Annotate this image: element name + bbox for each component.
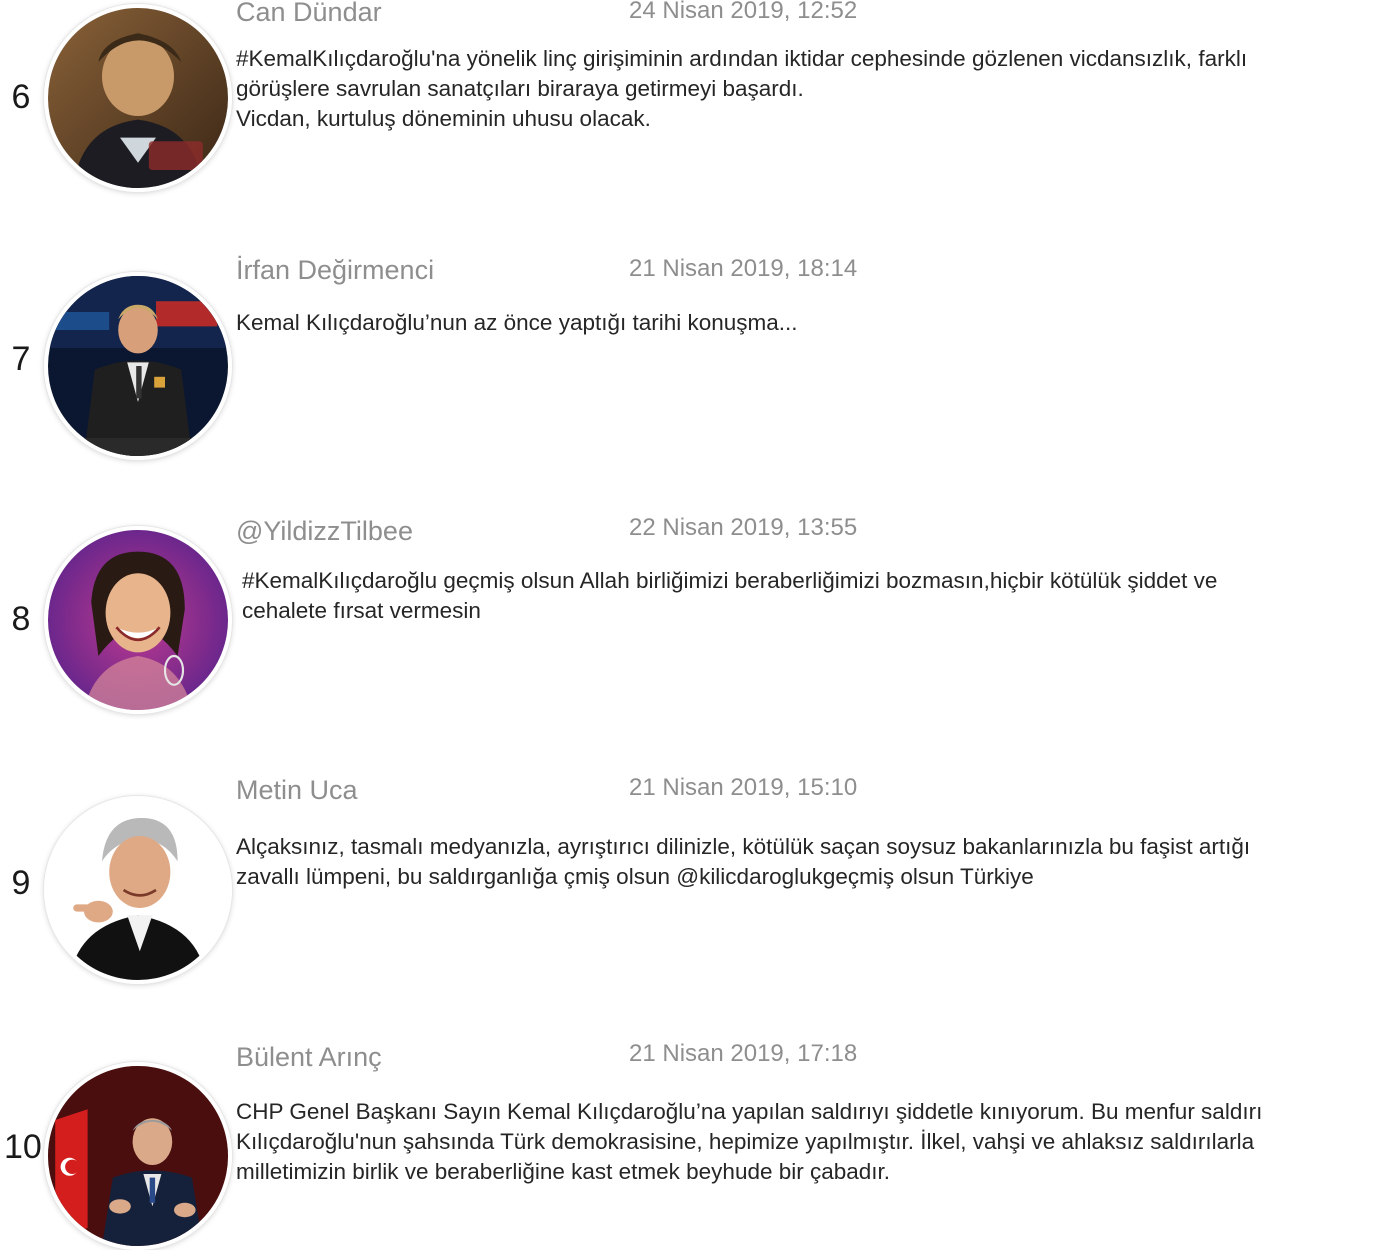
- rank-number: 8: [11, 600, 31, 638]
- author-name[interactable]: Metin Uca: [236, 775, 358, 806]
- post-text: #KemalKılıçdaroğlu geçmiş olsun Allah bi…: [242, 566, 1392, 626]
- avatar[interactable]: [44, 4, 232, 192]
- post-text: CHP Genel Başkanı Sayın Kemal Kılıçdaroğ…: [236, 1097, 1386, 1187]
- post-text: Alçaksınız, tasmalı medyanızla, ayrıştır…: [236, 832, 1386, 892]
- post-date: 21 Nisan 2019, 17:18: [629, 1040, 858, 1067]
- person-photo-icon: [48, 8, 228, 188]
- author-name[interactable]: Bülent Arınç: [236, 1042, 382, 1073]
- person-photo-icon: [48, 276, 228, 456]
- post-text: Kemal Kılıçdaroğlu’nun az önce yaptığı t…: [236, 308, 1386, 338]
- post-text-line: CHP Genel Başkanı Sayın Kemal Kılıçdaroğ…: [236, 1099, 1263, 1124]
- rank-number: 10: [4, 1128, 42, 1166]
- post-text-line: Kılıçdaroğlu'nun şahsında Türk demokrasi…: [236, 1129, 1255, 1154]
- avatar[interactable]: [44, 526, 232, 714]
- post-date: 21 Nisan 2019, 15:10: [629, 774, 858, 801]
- author-name[interactable]: @YildizzTilbee: [236, 516, 413, 547]
- post-text: #KemalKılıçdaroğlu'na yönelik linç giriş…: [236, 44, 1386, 134]
- post-date: 22 Nisan 2019, 13:55: [629, 514, 858, 541]
- rank-number: 6: [11, 78, 31, 116]
- author-name[interactable]: İrfan Değirmenci: [236, 255, 434, 286]
- post-text-line: #KemalKılıçdaroğlu'na yönelik linç giriş…: [236, 46, 1248, 71]
- rank-number: 7: [11, 340, 31, 378]
- post-text-line: Vicdan, kurtuluş döneminin uhusu olacak.: [236, 106, 651, 131]
- post-date: 21 Nisan 2019, 18:14: [629, 255, 858, 282]
- avatar[interactable]: [44, 272, 232, 460]
- post-text-line: Kemal Kılıçdaroğlu’nun az önce yaptığı t…: [236, 310, 798, 335]
- post-text-line: #KemalKılıçdaroğlu geçmiş olsun Allah bi…: [242, 568, 1218, 593]
- post-text-line: görüşlere savrulan sanatçıları biraraya …: [236, 76, 804, 101]
- person-photo-icon: [48, 530, 228, 710]
- avatar[interactable]: [44, 796, 232, 984]
- rank-number: 9: [11, 864, 31, 902]
- avatar[interactable]: [44, 1062, 232, 1250]
- post-text-line: zavallı lümpeni, bu saldırganlığa çmiş o…: [236, 864, 1034, 889]
- person-photo-icon: [48, 1066, 228, 1246]
- author-name[interactable]: Can Dündar: [236, 0, 382, 28]
- post-date: 24 Nisan 2019, 12:52: [629, 0, 858, 24]
- post-text-line: cehalete fırsat vermesin: [242, 598, 481, 623]
- post-text-line: Alçaksınız, tasmalı medyanızla, ayrıştır…: [236, 834, 1251, 859]
- post-text-line: milletimizin birlik ve beraberliğine kas…: [236, 1159, 891, 1184]
- person-photo-icon: [48, 800, 228, 980]
